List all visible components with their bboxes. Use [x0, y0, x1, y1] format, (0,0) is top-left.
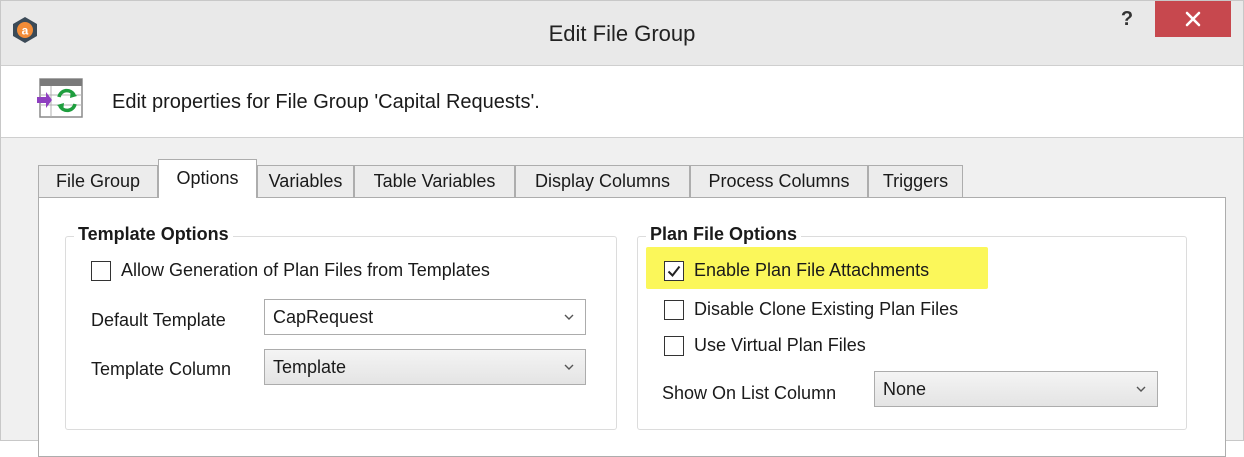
- tab-options[interactable]: Options: [158, 159, 257, 198]
- enable-attachments-label: Enable Plan File Attachments: [694, 260, 930, 280]
- default-template-combobox[interactable]: CapRequest: [264, 299, 586, 335]
- chevron-down-icon[interactable]: [563, 350, 575, 384]
- template-column-value: Template: [273, 357, 347, 377]
- chevron-down-icon[interactable]: [563, 300, 575, 334]
- dialog-header: Edit properties for File Group 'Capital …: [1, 66, 1243, 138]
- default-template-value: CapRequest: [273, 307, 374, 327]
- window-title: Edit File Group: [548, 21, 696, 46]
- tab-file-group[interactable]: File Group: [38, 165, 158, 197]
- tab-triggers[interactable]: Triggers: [868, 165, 963, 197]
- chevron-down-icon[interactable]: [1135, 372, 1147, 406]
- tab-table-variables[interactable]: Table Variables: [354, 165, 515, 197]
- default-template-label: Default Template: [91, 310, 226, 330]
- header-description: Edit properties for File Group 'Capital …: [112, 91, 540, 113]
- show-on-list-label: Show On List Column: [662, 383, 837, 403]
- virtual-files-label: Use Virtual Plan Files: [694, 335, 866, 355]
- template-options-title: Template Options: [74, 224, 233, 245]
- enable-attachments-checkbox[interactable]: [664, 260, 684, 281]
- help-button[interactable]: ?: [1109, 5, 1145, 33]
- checkmark-icon: [667, 265, 681, 277]
- tab-variables[interactable]: Variables: [257, 165, 354, 197]
- close-icon: [1185, 11, 1201, 27]
- title-bar[interactable]: a Edit File Group ?: [1, 1, 1243, 66]
- disable-clone-option[interactable]: Disable Clone Existing Plan Files: [664, 299, 958, 320]
- allow-generation-checkbox[interactable]: [91, 260, 111, 281]
- allow-generation-option[interactable]: Allow Generation of Plan Files from Temp…: [91, 260, 490, 281]
- disable-clone-checkbox[interactable]: [664, 299, 684, 320]
- show-on-list-combobox[interactable]: None: [874, 371, 1158, 407]
- template-column-combobox[interactable]: Template: [264, 349, 586, 385]
- template-column-label: Template Column: [91, 359, 232, 379]
- file-group-refresh-icon: [37, 78, 83, 118]
- edit-file-group-dialog: a Edit File Group ? Edit properties for …: [0, 0, 1244, 457]
- close-button[interactable]: [1155, 1, 1231, 37]
- help-icon: ?: [1120, 8, 1134, 30]
- show-on-list-value: None: [883, 379, 927, 399]
- allow-generation-label: Allow Generation of Plan Files from Temp…: [121, 260, 490, 280]
- tab-display-columns[interactable]: Display Columns: [515, 165, 690, 197]
- virtual-files-option[interactable]: Use Virtual Plan Files: [664, 335, 866, 356]
- virtual-files-checkbox[interactable]: [664, 335, 684, 356]
- tab-process-columns[interactable]: Process Columns: [690, 165, 868, 197]
- options-tab-panel: Template Options Allow Generation of Pla…: [38, 197, 1226, 457]
- plan-file-options-group: Plan File Options Enable Plan File Attac…: [637, 224, 1187, 430]
- disable-clone-label: Disable Clone Existing Plan Files: [694, 299, 959, 319]
- plan-file-options-title: Plan File Options: [646, 224, 802, 245]
- template-options-group: Template Options Allow Generation of Pla…: [65, 224, 617, 430]
- enable-attachments-option[interactable]: Enable Plan File Attachments: [664, 260, 929, 281]
